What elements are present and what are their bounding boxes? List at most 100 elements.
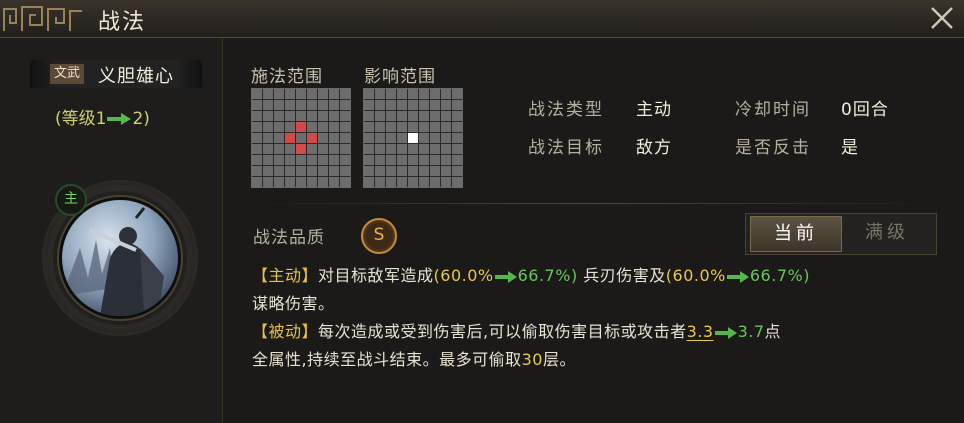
grid-cell	[364, 144, 374, 154]
grid-cell	[441, 133, 451, 143]
grid-cell	[274, 111, 284, 121]
green-arrow-icon	[494, 270, 517, 283]
grid-cell	[386, 133, 396, 143]
grid-cell	[318, 177, 328, 187]
main-skill-badge: 主	[55, 184, 87, 216]
max-layers: 30	[521, 350, 543, 369]
grid-cell	[452, 111, 462, 121]
divider	[243, 203, 943, 204]
grid-cell	[340, 100, 350, 110]
grid-cell	[408, 144, 418, 154]
grid-cell	[274, 177, 284, 187]
grid-cell	[397, 100, 407, 110]
cast-range-label: 施法范围	[251, 67, 323, 87]
grid-cell	[263, 133, 273, 143]
grid-cell	[375, 166, 385, 176]
grid-cell	[296, 177, 306, 187]
grid-cell	[375, 122, 385, 132]
grid-cell	[296, 89, 306, 99]
grid-cell	[364, 155, 374, 165]
grid-cell	[307, 100, 317, 110]
grid-cell	[441, 155, 451, 165]
active-text: 对目标敌军造成	[318, 266, 434, 285]
skill-type-label: 战法类型	[528, 100, 604, 120]
grid-cell	[318, 122, 328, 132]
grid-cell	[340, 166, 350, 176]
active-desc-line-1: 【主动】对目标敌军造成(60.0% 66.7%) 兵刃伤害及(60.0% 66.7%…	[252, 262, 810, 290]
grid-cell	[263, 144, 273, 154]
grid-cell	[419, 133, 429, 143]
grid-cell	[274, 166, 284, 176]
steal-from: 3.3	[686, 322, 714, 341]
counterattack-value: 是	[841, 138, 859, 158]
grid-cell	[364, 89, 374, 99]
grid-cell	[329, 155, 339, 165]
grid-cell	[408, 177, 418, 187]
grid-cell	[430, 177, 440, 187]
grid-cell	[375, 133, 385, 143]
grid-cell	[263, 100, 273, 110]
steal-to: 3.7	[737, 322, 765, 341]
grid-cell	[452, 100, 462, 110]
grid-cell	[452, 155, 462, 165]
grid-cell	[408, 100, 418, 110]
tab-current[interactable]: 当前	[750, 216, 842, 252]
skill-name: 义胆雄心	[98, 66, 174, 87]
grid-cell	[307, 155, 317, 165]
grid-cell	[263, 177, 273, 187]
grid-cell	[307, 133, 317, 143]
grid-cell	[340, 177, 350, 187]
grid-cell	[340, 111, 350, 121]
passive-desc-line-1: 【被动】每次造成或受到伤害后,可以偷取伤害目标或攻击者3.3 3.7点	[252, 318, 781, 346]
grid-cell	[285, 100, 295, 110]
grid-cell	[340, 89, 350, 99]
grid-cell	[252, 133, 262, 143]
grid-cell	[274, 155, 284, 165]
grid-cell	[329, 100, 339, 110]
grid-cell	[441, 144, 451, 154]
tab-max-level[interactable]: 满级	[842, 216, 932, 250]
grid-cell	[452, 144, 462, 154]
grid-cell	[318, 89, 328, 99]
grid-cell	[364, 177, 374, 187]
grid-cell	[285, 144, 295, 154]
active-desc-line-2: 谋略伤害。	[252, 294, 335, 313]
skill-type-value: 主动	[636, 100, 672, 120]
close-icon[interactable]	[928, 4, 956, 32]
grid-cell	[408, 89, 418, 99]
grid-cell	[364, 111, 374, 121]
grid-cell	[419, 111, 429, 121]
grid-cell	[252, 155, 262, 165]
grid-cell	[340, 155, 350, 165]
grid-cell	[318, 155, 328, 165]
grid-cell	[364, 166, 374, 176]
dmg2-from: (60.0%	[665, 266, 726, 285]
grid-cell	[452, 133, 462, 143]
grid-cell	[364, 133, 374, 143]
cooldown-label: 冷却时间	[735, 100, 811, 120]
passive-unit: 点	[764, 322, 782, 341]
grid-cell	[419, 155, 429, 165]
grid-cell	[285, 166, 295, 176]
grid-cell	[375, 100, 385, 110]
passive-text-2: 全属性,持续至战斗结束。最多可偷取	[252, 350, 522, 369]
grid-cell	[375, 111, 385, 121]
grid-cell	[307, 144, 317, 154]
grid-cell	[397, 166, 407, 176]
cast-range-grid	[251, 88, 351, 188]
grid-cell	[318, 111, 328, 121]
grid-cell	[430, 166, 440, 176]
grid-cell	[285, 155, 295, 165]
grid-cell	[441, 111, 451, 121]
grid-cell	[252, 111, 262, 121]
grid-cell	[452, 177, 462, 187]
dmg1-from: (60.0%	[433, 266, 494, 285]
title-bar: 战法	[0, 0, 964, 38]
grid-cell	[397, 111, 407, 121]
effect-range-label: 影响范围	[364, 67, 436, 87]
grid-cell	[340, 122, 350, 132]
grid-cell	[274, 133, 284, 143]
grid-cell	[252, 89, 262, 99]
grid-cell	[307, 111, 317, 121]
grid-cell	[274, 89, 284, 99]
